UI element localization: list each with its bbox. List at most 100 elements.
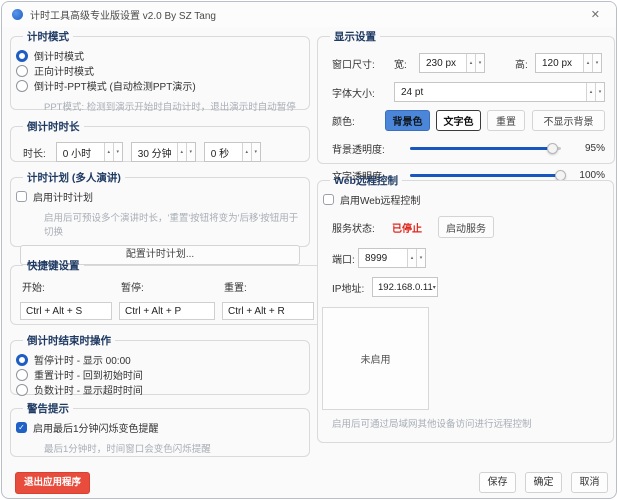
reset-hotkey-input[interactable]: Ctrl + Alt + R xyxy=(222,302,314,320)
radio-pause-on-end[interactable]: 暂停计时 - 显示 00:00 xyxy=(16,352,300,367)
checkbox-unchecked-icon[interactable] xyxy=(16,191,27,202)
radio-label: 负数计时 - 显示超时时间 xyxy=(34,382,143,397)
start-hotkey-label: 开始: xyxy=(20,279,112,294)
pause-hotkey-input[interactable]: Ctrl + Alt + P xyxy=(119,302,215,320)
duration-label: 时长: xyxy=(23,145,46,160)
radio-ppt-mode[interactable]: 倒计时-PPT模式 (自动检测PPT演示) xyxy=(16,78,300,93)
qr-placeholder-text: 未启用 xyxy=(361,351,391,366)
pause-hotkey-label: 暂停: xyxy=(119,279,215,294)
web-remote-hint: 启用后可通过局域网其他设备访问进行远程控制 xyxy=(332,416,532,430)
ip-value: 192.168.0.11 xyxy=(378,282,433,293)
enable-web-checkbox-row[interactable]: 启用Web远程控制 xyxy=(323,192,604,207)
spin-up-icon[interactable]: ▴ xyxy=(177,143,186,161)
bg-opacity-slider[interactable] xyxy=(410,147,561,150)
duration-title: 倒计时时长 xyxy=(23,119,84,134)
checkbox-label: 启用最后1分钟闪烁变色提醒 xyxy=(33,420,159,435)
footer-buttons: 保存 确定 取消 xyxy=(479,472,608,493)
bg-color-button[interactable]: 背景色 xyxy=(385,110,430,131)
radio-icon[interactable] xyxy=(16,80,28,92)
checkbox-label: 启用Web远程控制 xyxy=(340,192,420,207)
hours-value: 0 小时 xyxy=(57,143,104,161)
radio-selected-icon[interactable] xyxy=(16,50,28,62)
text-color-button[interactable]: 文字色 xyxy=(436,110,481,131)
warning-hint: 最后1分钟时，时间窗口会变色闪烁提醒 xyxy=(44,441,300,455)
seconds-value: 0 秒 xyxy=(205,143,242,161)
checkbox-checked-icon[interactable]: ✓ xyxy=(16,422,27,433)
window-size-label: 窗口尺寸: xyxy=(332,56,394,71)
display-settings-title: 显示设置 xyxy=(330,29,380,44)
start-hotkey-input[interactable]: Ctrl + Alt + S xyxy=(20,302,112,320)
no-background-button[interactable]: 不显示背景 xyxy=(532,110,605,131)
radio-selected-icon[interactable] xyxy=(16,354,28,366)
ip-address-dropdown[interactable]: 192.168.0.11 ▾ xyxy=(372,277,438,297)
close-icon[interactable]: ✕ xyxy=(585,7,606,22)
enable-plan-checkbox-row[interactable]: 启用计时计划 xyxy=(16,189,300,204)
end-action-group: 倒计时结束时操作 暂停计时 - 显示 00:00 重置计时 - 回到初始时间 负… xyxy=(10,333,310,395)
app-icon xyxy=(12,9,23,20)
seconds-spinner[interactable]: 0 秒 ▴ ▾ xyxy=(204,142,261,162)
font-size-label: 字体大小: xyxy=(332,85,394,100)
exit-app-button[interactable]: 退出应用程序 xyxy=(15,472,90,494)
ok-button[interactable]: 确定 xyxy=(525,472,562,493)
port-label: 端口: xyxy=(332,251,358,266)
hotkeys-group: 快捷键设置 开始: 暂停: 重置: Ctrl + Alt + S Ctrl + … xyxy=(10,258,324,325)
spin-up-icon[interactable]: ▴ xyxy=(586,83,595,101)
window-width-spinner[interactable]: 230 px ▴ ▾ xyxy=(419,53,485,73)
spin-up-icon[interactable]: ▴ xyxy=(242,143,251,161)
save-button[interactable]: 保存 xyxy=(479,472,516,493)
radio-label: 暂停计时 - 显示 00:00 xyxy=(34,352,131,367)
flash-warning-checkbox-row[interactable]: ✓ 启用最后1分钟闪烁变色提醒 xyxy=(16,420,300,435)
cancel-button[interactable]: 取消 xyxy=(571,472,608,493)
port-value: 8999 xyxy=(359,249,407,267)
duration-group: 倒计时时长 时长: 0 小时 ▴ ▾ 30 分钟 ▴ ▾ 0 秒 ▴ ▾ xyxy=(10,119,310,162)
web-remote-title: Web远程控制 xyxy=(330,173,402,188)
color-reset-button[interactable]: 重置 xyxy=(487,110,525,131)
height-value: 120 px xyxy=(536,54,583,72)
reset-hotkey-label: 重置: xyxy=(222,279,314,294)
radio-icon[interactable] xyxy=(16,369,28,381)
warning-title: 警告提示 xyxy=(23,401,73,416)
service-status-label: 服务状态: xyxy=(332,220,392,235)
spin-down-icon[interactable]: ▾ xyxy=(113,143,122,161)
checkbox-unchecked-icon[interactable] xyxy=(323,194,334,205)
window-height-spinner[interactable]: 120 px ▴ ▾ xyxy=(535,53,602,73)
radio-reset-on-end[interactable]: 重置计时 - 回到初始时间 xyxy=(16,367,300,382)
web-remote-group: Web远程控制 启用Web远程控制 服务状态: 已停止 启动服务 端口: 899… xyxy=(317,173,614,443)
spin-up-icon[interactable]: ▴ xyxy=(407,249,416,267)
font-size-value: 24 pt xyxy=(395,83,586,101)
spin-down-icon[interactable]: ▾ xyxy=(416,249,425,267)
spin-up-icon[interactable]: ▴ xyxy=(583,54,592,72)
hotkeys-title: 快捷键设置 xyxy=(23,258,84,273)
radio-icon[interactable] xyxy=(16,384,28,396)
service-status-badge: 已停止 xyxy=(392,220,430,235)
spin-down-icon[interactable]: ▾ xyxy=(592,54,601,72)
spin-down-icon[interactable]: ▾ xyxy=(186,143,195,161)
ip-label: IP地址: xyxy=(332,280,372,295)
width-value: 230 px xyxy=(420,54,466,72)
radio-negative-on-end[interactable]: 负数计时 - 显示超时时间 xyxy=(16,382,300,397)
font-size-spinner[interactable]: 24 pt ▴ ▾ xyxy=(394,82,605,102)
spin-up-icon[interactable]: ▴ xyxy=(466,54,475,72)
hours-spinner[interactable]: 0 小时 ▴ ▾ xyxy=(56,142,123,162)
slider-thumb[interactable] xyxy=(547,143,558,154)
minutes-spinner[interactable]: 30 分钟 ▴ ▾ xyxy=(131,142,196,162)
port-spinner[interactable]: 8999 ▴ ▾ xyxy=(358,248,426,268)
timing-plan-group: 计时计划 (多人演讲) 启用计时计划 启用后可预设多个演讲时长，'重置'按钮将变… xyxy=(10,170,310,247)
spin-up-icon[interactable]: ▴ xyxy=(104,143,113,161)
spin-down-icon[interactable]: ▾ xyxy=(595,83,604,101)
radio-countup-mode[interactable]: 正向计时模式 xyxy=(16,63,300,78)
radio-label: 重置计时 - 回到初始时间 xyxy=(34,367,143,382)
timing-mode-group: 计时模式 倒计时模式 正向计时模式 倒计时-PPT模式 (自动检测PPT演示) … xyxy=(10,29,310,110)
spin-down-icon[interactable]: ▾ xyxy=(251,143,260,161)
radio-icon[interactable] xyxy=(16,65,28,77)
minutes-value: 30 分钟 xyxy=(132,143,177,161)
spin-down-icon[interactable]: ▾ xyxy=(475,54,484,72)
radio-countdown-mode[interactable]: 倒计时模式 xyxy=(16,48,300,63)
color-label: 颜色: xyxy=(332,113,385,128)
ppt-mode-hint: PPT模式: 检测到演示开始时自动计时，退出演示时自动暂停 xyxy=(44,99,300,113)
display-settings-group: 显示设置 窗口尺寸: 宽: 230 px ▴ ▾ 高: 120 px ▴ ▾ 字… xyxy=(317,29,615,164)
start-service-button[interactable]: 启动服务 xyxy=(438,216,494,238)
checkbox-label: 启用计时计划 xyxy=(33,189,93,204)
height-label: 高: xyxy=(515,56,535,71)
radio-label: 倒计时-PPT模式 (自动检测PPT演示) xyxy=(34,78,196,93)
